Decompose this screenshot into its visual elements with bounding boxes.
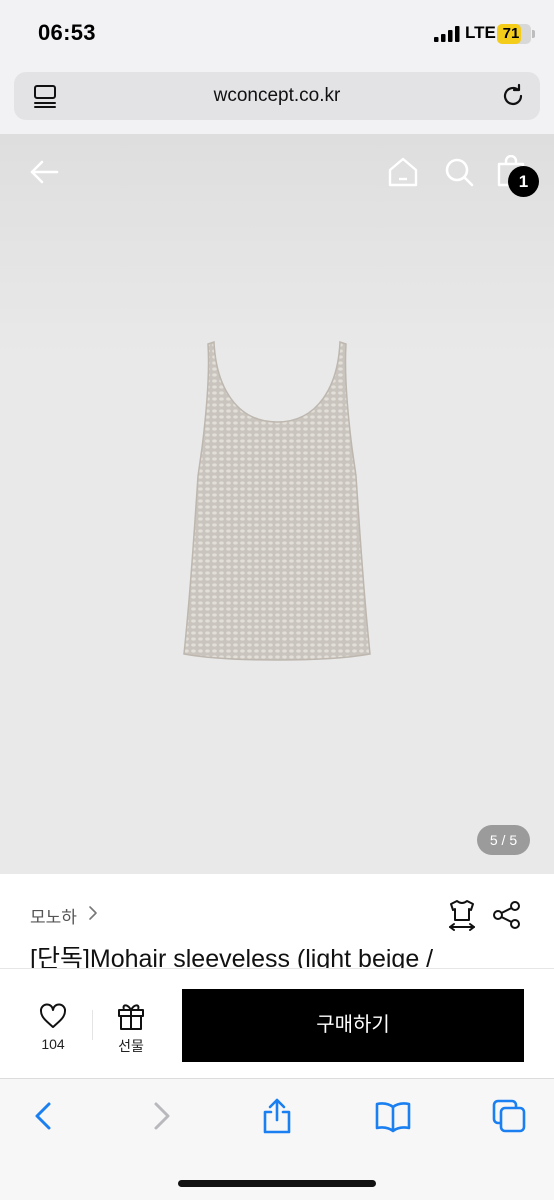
product-image[interactable] [176,336,378,676]
reload-icon[interactable] [500,83,526,109]
home-indicator [178,1180,376,1187]
share-icon[interactable] [492,900,522,930]
bookmarks-icon[interactable] [375,1098,411,1134]
address-bar[interactable]: wconcept.co.kr [14,72,540,120]
divider [92,1010,93,1040]
signal-strength-icon [434,26,460,42]
gift-label[interactable]: 선물 [110,1036,152,1056]
url-text[interactable]: wconcept.co.kr [14,85,540,107]
buy-button[interactable]: 구매하기 [182,989,524,1062]
gift-icon[interactable] [116,1001,146,1031]
back-icon[interactable] [25,1098,61,1134]
share-sheet-icon[interactable] [259,1098,295,1134]
back-arrow-icon[interactable] [28,156,60,188]
tabs-icon[interactable] [491,1098,527,1134]
image-counter: 5 / 5 [477,825,530,855]
cart-count-badge[interactable]: 1 [508,166,539,197]
battery-percent: 71 [502,25,520,42]
heart-icon[interactable] [38,1002,68,1030]
battery-icon: 71 [497,24,531,44]
like-count: 104 [41,1036,65,1052]
brand-link[interactable]: 모노하 [30,903,77,928]
search-icon[interactable] [443,156,475,188]
product-title: [단독]Mohair sleeveless (light beige / [30,945,434,970]
battery-cap [532,30,535,38]
chevron-right-icon[interactable] [87,904,99,922]
status-time: 06:53 [38,20,96,45]
size-guide-icon[interactable] [446,898,478,932]
home-icon[interactable] [386,155,420,189]
forward-icon[interactable] [144,1098,180,1134]
network-type: LTE [465,23,496,42]
